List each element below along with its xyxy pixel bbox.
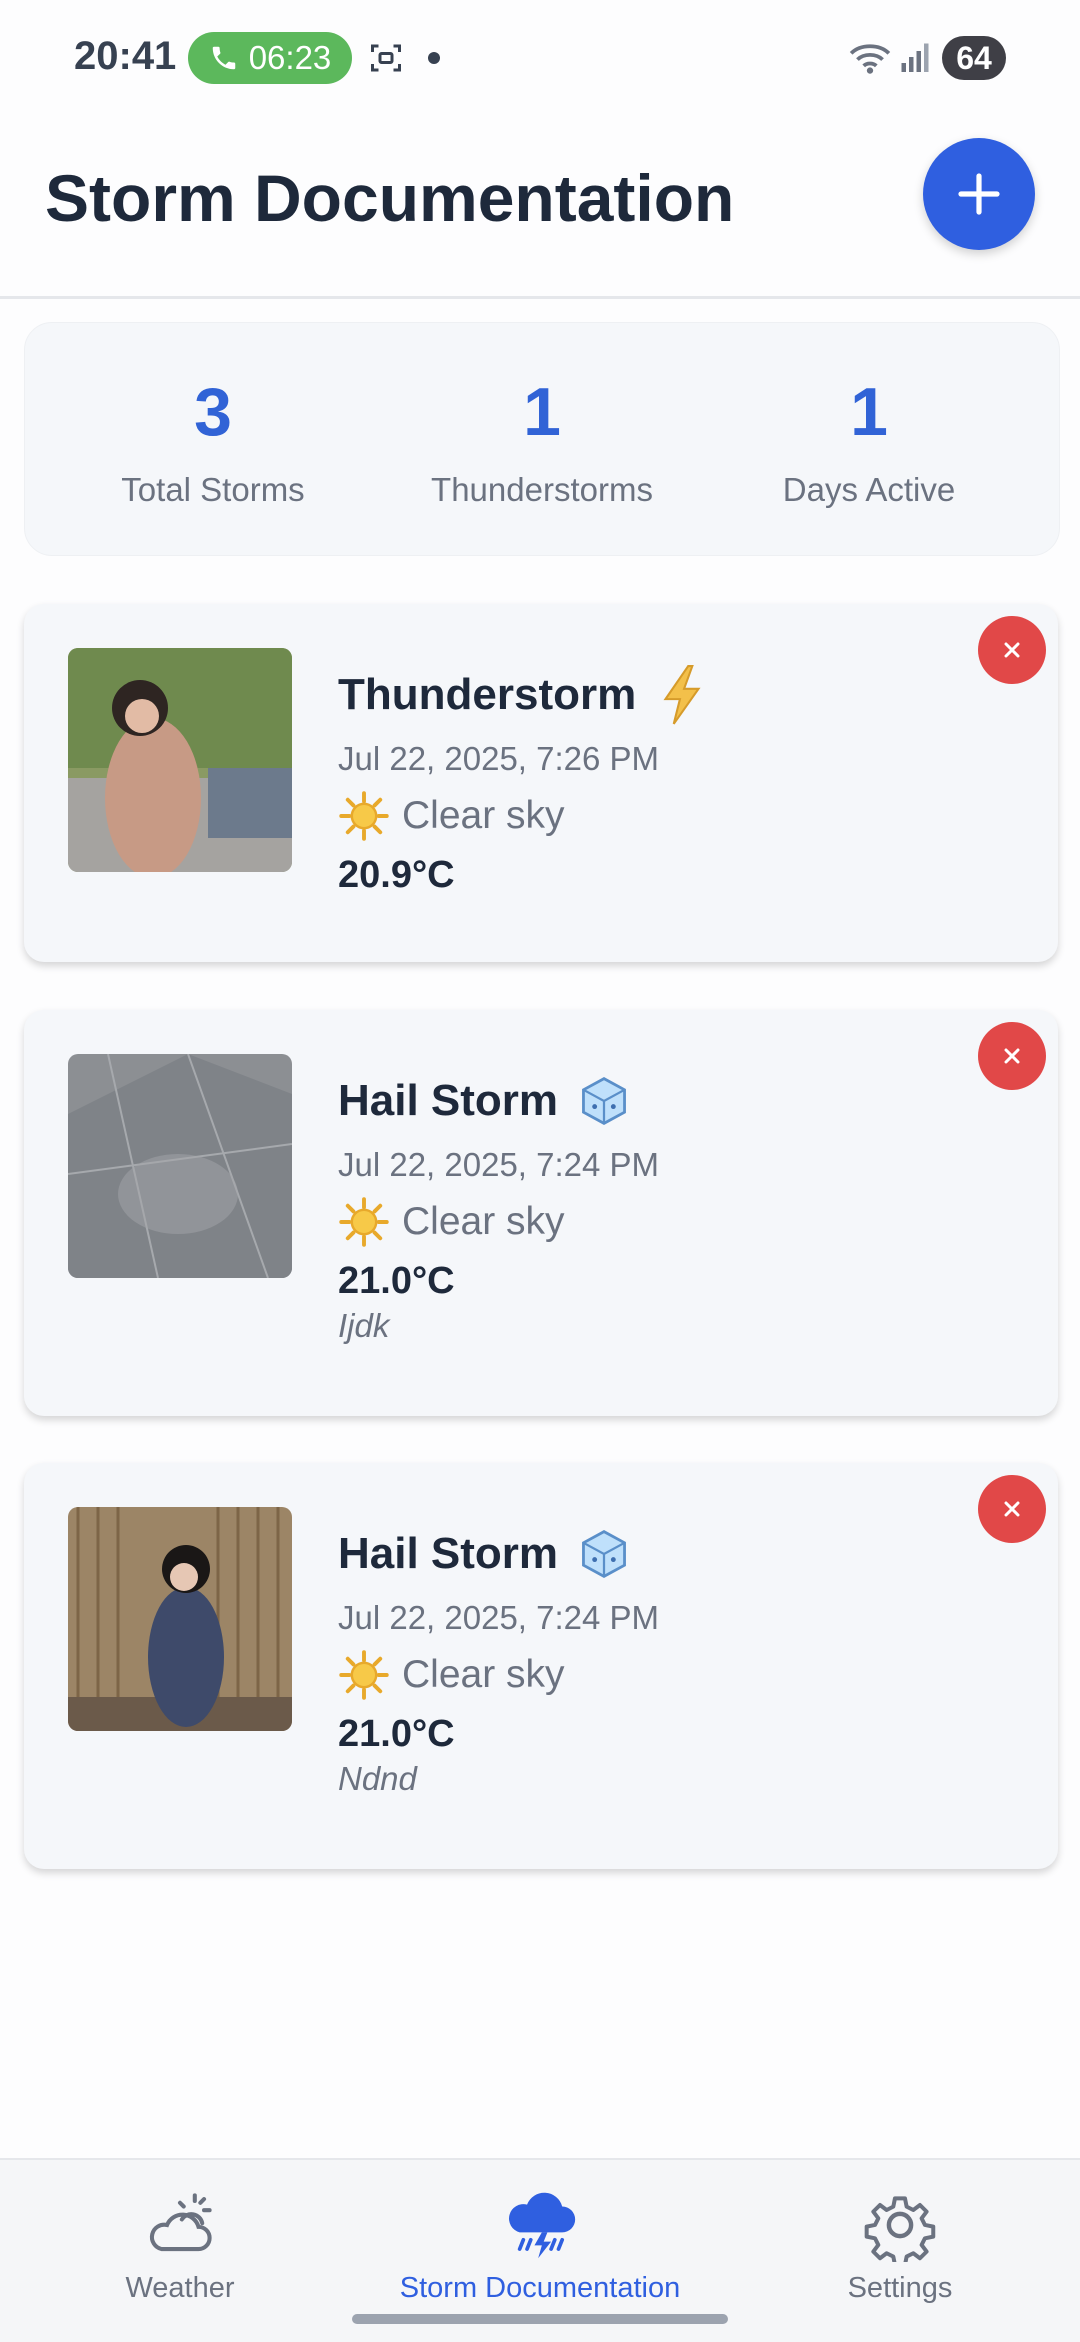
nav-label: Weather [125, 2272, 235, 2304]
storm-cloud-icon [508, 2192, 576, 2259]
stat-label: Total Storms [121, 471, 305, 508]
storm-type-row: Hail Storm [338, 1523, 958, 1585]
cloud-sun-icon [149, 2193, 212, 2252]
storm-photo[interactable] [68, 1054, 292, 1278]
storm-card[interactable]: Hail Storm Jul 22, 2025, 7:24 PM Clear s… [24, 1463, 1058, 1869]
storm-card[interactable]: Thunderstorm Jul 22, 2025, 7:26 PM Clear… [24, 604, 1058, 962]
stat-days-active: 1 Days Active [697, 323, 1041, 555]
storm-info: Thunderstorm Jul 22, 2025, 7:26 PM Clear… [338, 664, 958, 897]
storm-temperature: 21.0°C [338, 1260, 455, 1302]
add-storm-button[interactable] [923, 138, 1035, 250]
stat-value: 1 [523, 374, 561, 450]
nav-settings[interactable]: Settings [720, 2188, 1080, 2305]
call-timer: 06:23 [248, 39, 332, 76]
storm-weather: Clear sky [402, 1653, 565, 1696]
storm-weather: Clear sky [402, 794, 565, 837]
delete-storm-button[interactable] [978, 1022, 1046, 1090]
plus-icon [958, 173, 1000, 215]
stat-thunderstorms: 1 Thunderstorms [370, 323, 714, 555]
storm-date: Jul 22, 2025, 7:24 PM [338, 1599, 660, 1636]
delete-storm-button[interactable] [978, 616, 1046, 684]
stat-total-storms: 3 Total Storms [41, 323, 385, 555]
storm-temperature: 20.9°C [338, 854, 455, 896]
storm-date: Jul 22, 2025, 7:24 PM [338, 1146, 660, 1183]
battery-indicator: 64 [942, 36, 1006, 80]
close-icon [1004, 1048, 1020, 1064]
app-header: Storm Documentation [0, 118, 1080, 299]
stat-value: 3 [194, 374, 232, 450]
sun-icon [339, 1650, 389, 1700]
status-bar: 20:41 06:23 64 [0, 0, 1080, 118]
status-time: 20:41 [74, 34, 177, 78]
nav-weather[interactable]: Weather [0, 2188, 360, 2305]
ice-cube-icon [582, 1530, 626, 1578]
sun-icon [339, 1197, 389, 1247]
storm-note: Ndnd [338, 1760, 417, 1797]
delete-storm-button[interactable] [978, 1475, 1046, 1543]
storm-weather-row: Clear sky [338, 1649, 958, 1701]
close-icon [1004, 642, 1020, 658]
storm-photo[interactable] [68, 648, 292, 872]
storm-type: Hail Storm [338, 1076, 559, 1125]
nav-label: Settings [847, 2272, 953, 2304]
nav-label: Storm Documentation [399, 2272, 681, 2304]
storm-type: Hail Storm [338, 1529, 559, 1578]
sun-icon [339, 791, 389, 841]
phone-icon [212, 46, 235, 70]
lightning-icon [663, 665, 701, 725]
gear-icon [864, 2196, 936, 2262]
stats-card: 3 Total Storms 1 Thunderstorms 1 Days Ac… [24, 322, 1060, 556]
screenshot-icon [371, 44, 401, 72]
storm-weather-row: Clear sky [338, 1196, 958, 1248]
call-pill[interactable]: 06:23 [188, 32, 352, 84]
storm-card[interactable]: Hail Storm Jul 22, 2025, 7:24 PM Clear s… [24, 1010, 1058, 1416]
home-indicator[interactable] [352, 2314, 728, 2324]
storm-type: Thunderstorm [338, 670, 637, 719]
nav-storm-documentation[interactable]: Storm Documentation [360, 2188, 720, 2305]
storm-date: Jul 22, 2025, 7:26 PM [338, 740, 660, 777]
storm-type-row: Hail Storm [338, 1070, 958, 1132]
storm-weather-row: Clear sky [338, 790, 958, 842]
close-icon [1004, 1501, 1020, 1517]
stat-value: 1 [850, 374, 888, 450]
page-title: Storm Documentation [45, 161, 735, 235]
stat-label: Thunderstorms [431, 471, 653, 508]
notification-dot [428, 52, 440, 64]
storm-photo[interactable] [68, 1507, 292, 1731]
storm-info: Hail Storm Jul 22, 2025, 7:24 PM Clear s… [338, 1523, 958, 1798]
signal-icon [901, 43, 929, 72]
storm-weather: Clear sky [402, 1200, 565, 1243]
storm-info: Hail Storm Jul 22, 2025, 7:24 PM Clear s… [338, 1070, 958, 1345]
storm-note: Ijdk [338, 1307, 390, 1344]
stat-label: Days Active [782, 471, 956, 508]
storm-type-row: Thunderstorm [338, 664, 958, 726]
ice-cube-icon [582, 1077, 626, 1125]
wifi-icon [849, 44, 891, 74]
storm-temperature: 21.0°C [338, 1713, 455, 1755]
